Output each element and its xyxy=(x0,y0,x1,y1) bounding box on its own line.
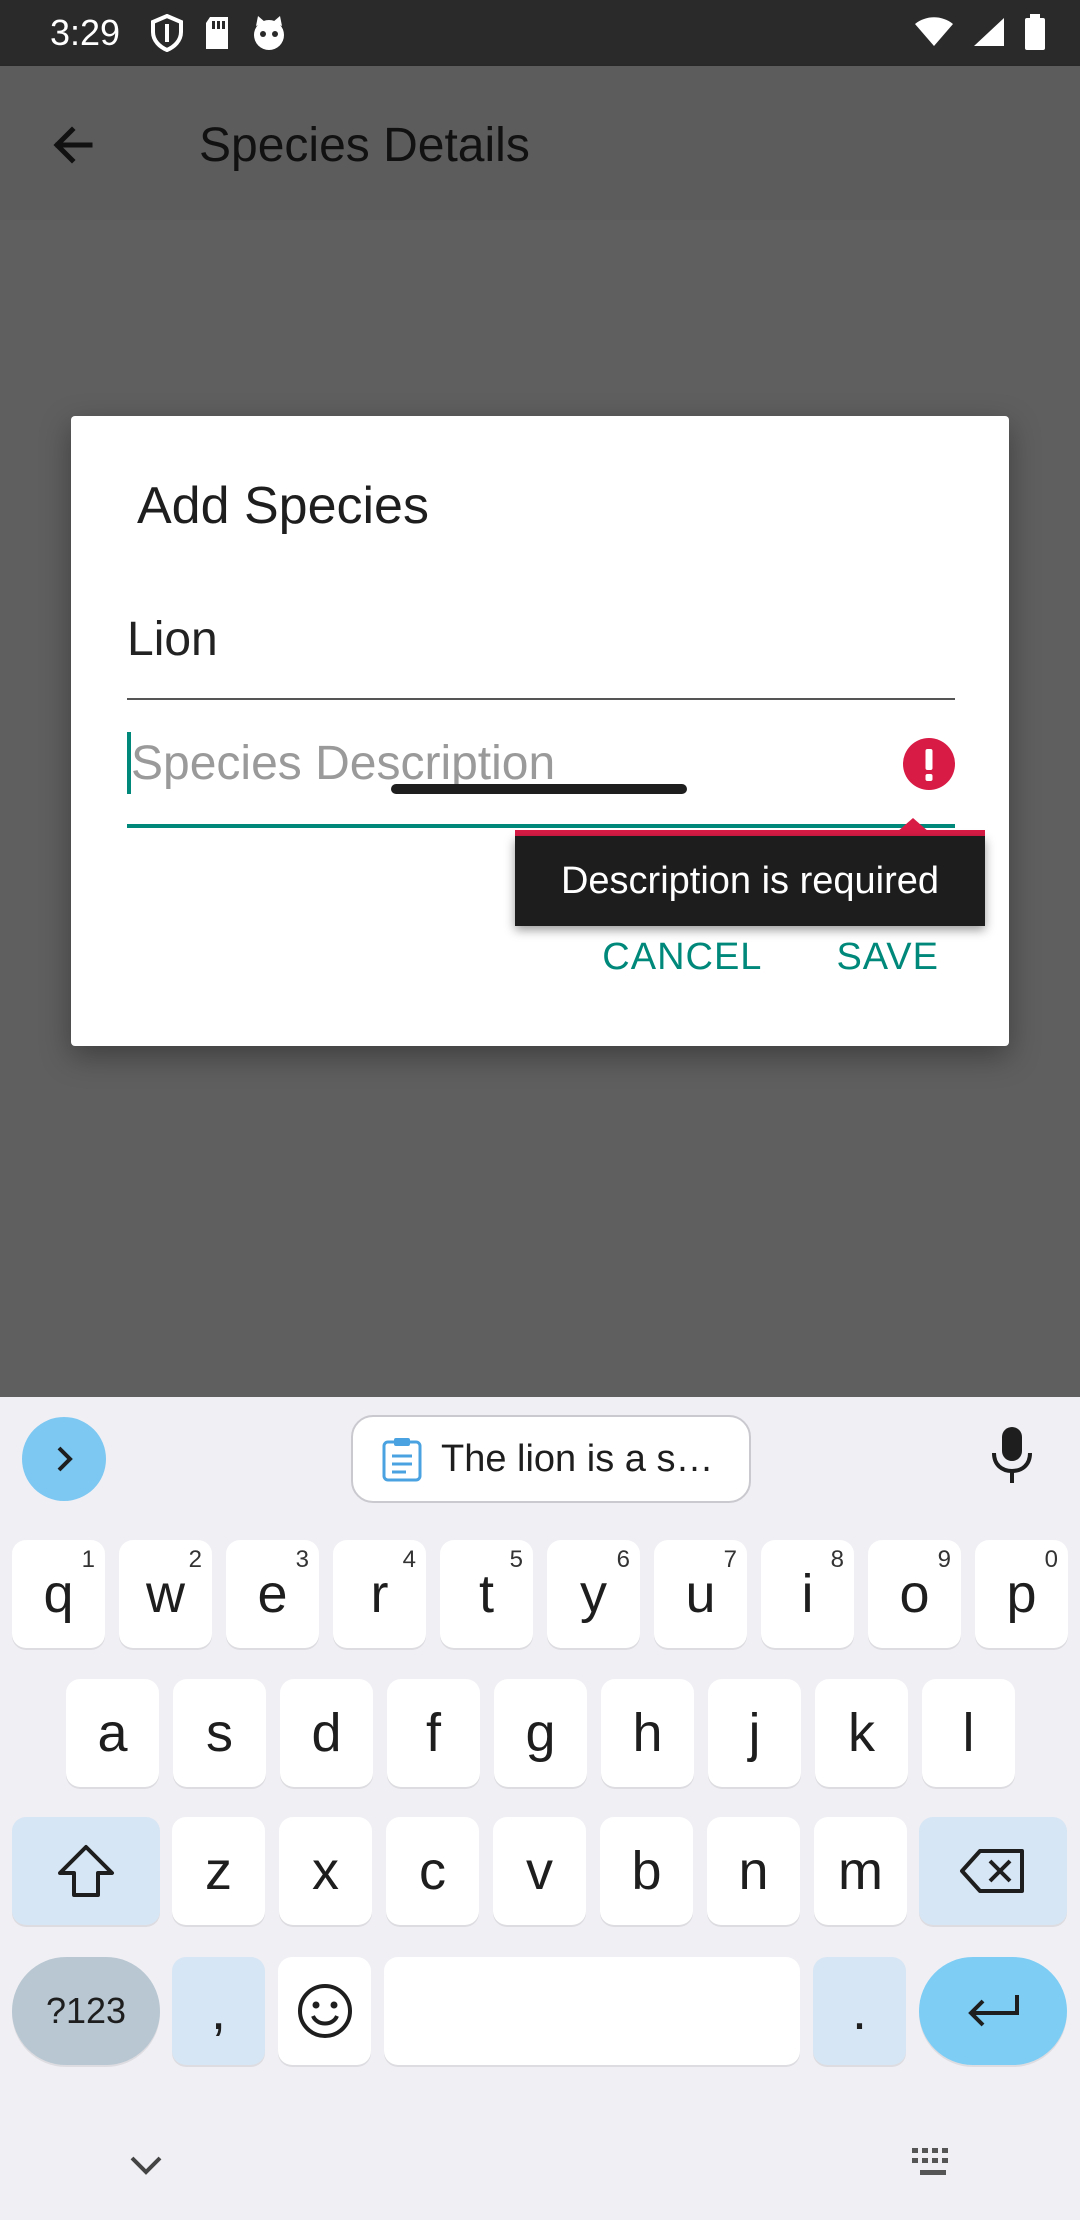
key-u[interactable]: u7 xyxy=(654,1540,747,1648)
clipboard-suggestion-chip[interactable]: The lion is a s… xyxy=(351,1415,751,1503)
shift-key[interactable] xyxy=(12,1817,160,1925)
key-e[interactable]: e3 xyxy=(226,1540,319,1648)
soft-keyboard: The lion is a s… q1w2e3r4t5y6u7i8o9p0 as… xyxy=(0,1397,1080,2220)
hide-keyboard-icon[interactable] xyxy=(126,2150,166,2180)
emoji-key[interactable] xyxy=(278,1957,371,2065)
key-b[interactable]: b xyxy=(600,1817,693,1925)
key-t[interactable]: t5 xyxy=(440,1540,533,1648)
microphone-icon[interactable] xyxy=(990,1425,1034,1485)
key-w[interactable]: w2 xyxy=(119,1540,212,1648)
cat-icon xyxy=(254,16,284,50)
key-number-hint: 0 xyxy=(1044,1546,1058,1573)
key-label: r xyxy=(370,1564,389,1624)
app-bar: Species Details xyxy=(0,66,1080,220)
key-p[interactable]: p0 xyxy=(975,1540,1068,1648)
error-message: Description is required xyxy=(515,836,985,926)
wifi-icon xyxy=(915,17,953,46)
period-key[interactable]: . xyxy=(813,1957,906,2065)
key-number-hint: 1 xyxy=(81,1546,95,1573)
key-n[interactable]: n xyxy=(707,1817,800,1925)
signal-icon xyxy=(974,18,1004,46)
key-number-hint: 8 xyxy=(830,1546,844,1573)
shield-icon xyxy=(151,14,183,52)
key-label: y xyxy=(580,1564,607,1624)
key-a[interactable]: a xyxy=(66,1679,159,1787)
key-number-hint: 5 xyxy=(509,1546,523,1573)
key-number-hint: 3 xyxy=(295,1546,309,1573)
key-i[interactable]: i8 xyxy=(761,1540,854,1648)
key-number-hint: 2 xyxy=(188,1546,202,1573)
comma-key[interactable]: , xyxy=(172,1957,265,2065)
error-icon[interactable] xyxy=(903,738,955,790)
species-name-underline xyxy=(127,698,955,700)
sd-card-icon xyxy=(206,17,228,49)
cancel-button[interactable]: CANCEL xyxy=(602,936,762,979)
enter-icon xyxy=(968,1995,1019,2027)
key-label: e xyxy=(257,1564,288,1624)
key-f[interactable]: f xyxy=(387,1679,480,1787)
key-number-hint: 9 xyxy=(937,1546,951,1573)
species-description-placeholder: Species Description xyxy=(131,737,556,790)
key-s[interactable]: s xyxy=(173,1679,266,1787)
species-name-field[interactable]: Lion xyxy=(127,606,955,700)
key-label: t xyxy=(478,1564,494,1624)
status-bar: 3:29 xyxy=(0,0,1080,66)
emoji-icon xyxy=(297,1984,352,2038)
dialog-actions: CANCEL SAVE xyxy=(602,936,939,979)
clipboard-suggestion-text: The lion is a s… xyxy=(441,1437,714,1480)
key-m[interactable]: m xyxy=(814,1817,907,1925)
expand-toolbar-button[interactable] xyxy=(22,1417,106,1501)
key-d[interactable]: d xyxy=(280,1679,373,1787)
key-g[interactable]: g xyxy=(494,1679,587,1787)
keyboard-suggestion-strip: The lion is a s… xyxy=(0,1397,1080,1517)
key-j[interactable]: j xyxy=(708,1679,801,1787)
species-name-value: Lion xyxy=(127,613,218,666)
symbols-key[interactable]: ?123 xyxy=(12,1957,160,2065)
key-q[interactable]: q1 xyxy=(12,1540,105,1648)
key-z[interactable]: z xyxy=(172,1817,265,1925)
chevron-right-icon xyxy=(57,1446,73,1472)
status-time: 3:29 xyxy=(50,12,121,53)
key-label: p xyxy=(1006,1564,1037,1624)
key-k[interactable]: k xyxy=(815,1679,908,1787)
key-label: u xyxy=(685,1564,716,1624)
battery-icon xyxy=(1025,14,1045,50)
save-button[interactable]: SAVE xyxy=(836,936,939,979)
shift-icon xyxy=(58,1845,114,1897)
key-label: q xyxy=(43,1564,74,1624)
clipboard-icon xyxy=(382,1438,422,1482)
keyboard-switch-icon[interactable] xyxy=(910,2146,956,2180)
key-h[interactable]: h xyxy=(601,1679,694,1787)
backspace-icon xyxy=(960,1849,1024,1893)
status-icons-right xyxy=(914,14,1046,50)
key-c[interactable]: c xyxy=(386,1817,479,1925)
keyboard-bottom-bar xyxy=(0,2112,1080,2220)
key-number-hint: 7 xyxy=(723,1546,737,1573)
key-l[interactable]: l xyxy=(922,1679,1015,1787)
key-number-hint: 4 xyxy=(402,1546,416,1573)
backspace-key[interactable] xyxy=(919,1817,1067,1925)
gesture-nav-handle[interactable] xyxy=(391,784,687,794)
status-icons-left xyxy=(150,14,288,52)
page-title: Species Details xyxy=(199,119,530,172)
key-label: w xyxy=(146,1564,185,1624)
species-description-underline xyxy=(127,824,955,828)
key-label: o xyxy=(899,1564,930,1624)
enter-key[interactable] xyxy=(919,1957,1067,2065)
key-number-hint: 6 xyxy=(616,1546,630,1573)
add-species-dialog: Add Species Lion Species Description Des… xyxy=(71,416,1009,1046)
back-arrow-icon[interactable] xyxy=(38,110,108,180)
species-description-field[interactable]: Species Description xyxy=(127,726,955,828)
key-o[interactable]: o9 xyxy=(868,1540,961,1648)
key-y[interactable]: y6 xyxy=(547,1540,640,1648)
key-r[interactable]: r4 xyxy=(333,1540,426,1648)
space-key[interactable] xyxy=(384,1957,800,2065)
key-label: i xyxy=(801,1564,814,1624)
key-x[interactable]: x xyxy=(279,1817,372,1925)
key-v[interactable]: v xyxy=(493,1817,586,1925)
dialog-title: Add Species xyxy=(137,477,429,535)
